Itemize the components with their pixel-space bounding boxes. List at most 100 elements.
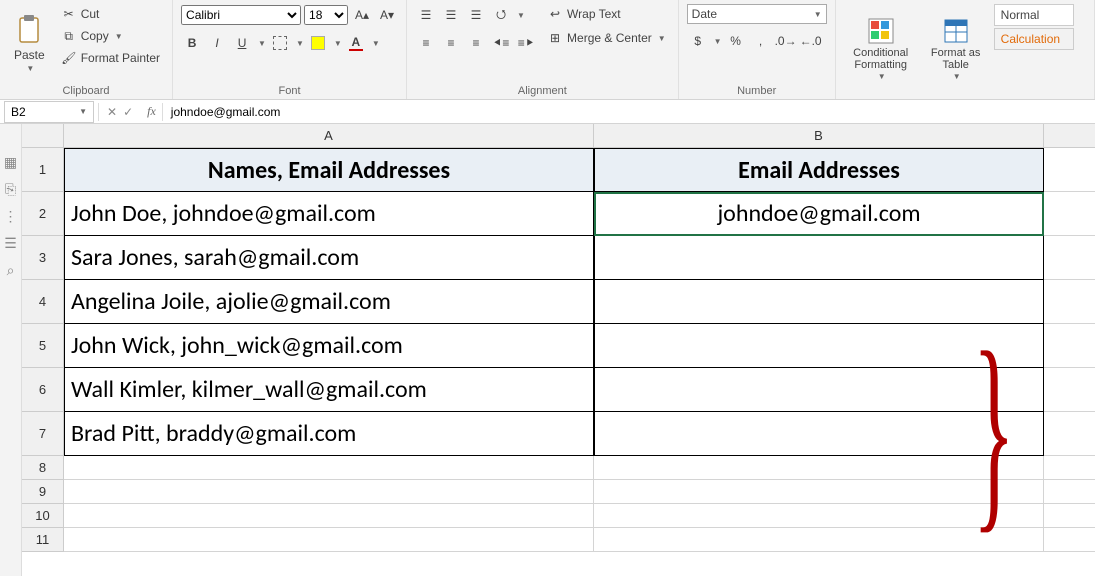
cell-C1[interactable] [1044, 148, 1095, 192]
comma-button[interactable]: , [750, 30, 772, 52]
row-header-5[interactable]: 5 [22, 324, 64, 368]
decrease-indent-button[interactable]: ⯇≡ [490, 32, 512, 54]
cell-A9[interactable] [64, 480, 594, 504]
cell-A2[interactable]: John Doe, johndoe@gmail.com [64, 192, 594, 236]
strip-icon[interactable]: ⎘ [5, 181, 16, 198]
cell-C9[interactable] [1044, 480, 1095, 504]
col-header-B[interactable]: B [594, 124, 1044, 148]
cell-B4[interactable] [594, 280, 1044, 324]
underline-button[interactable]: U [231, 32, 253, 54]
cell-C4[interactable] [1044, 280, 1095, 324]
row-header-8[interactable]: 8 [22, 456, 64, 480]
strip-icon[interactable]: ⌕ [7, 262, 15, 279]
increase-indent-button[interactable]: ≡⯈ [515, 32, 537, 54]
cell-C11[interactable] [1044, 528, 1095, 552]
strip-icon[interactable]: ☰ [4, 235, 17, 252]
cell-B2[interactable]: johndoe@gmail.com [594, 192, 1044, 236]
format-painter-button[interactable]: 🖌 Format Painter [57, 48, 164, 68]
font-color-button[interactable]: A [345, 32, 367, 54]
conditional-formatting-button[interactable]: Conditional Formatting▼ [844, 4, 918, 95]
currency-button[interactable]: $ [687, 30, 709, 52]
chevron-down-icon: ▼ [296, 39, 304, 48]
wrap-text-button[interactable]: ↩ Wrap Text [543, 4, 670, 24]
cell-A1[interactable]: Names, Email Addresses [64, 148, 594, 192]
increase-font-button[interactable]: A▴ [351, 4, 373, 26]
chevron-down-icon: ▼ [878, 73, 886, 82]
percent-button[interactable]: % [725, 30, 747, 52]
orientation-button[interactable]: ⭯ [490, 4, 512, 26]
col-header-C[interactable]: C [1044, 124, 1095, 148]
row-header-3[interactable]: 3 [22, 236, 64, 280]
grid[interactable]: ABC 1234567891011 Names, Email Addresses… [22, 124, 1095, 576]
row-header-1[interactable]: 1 [22, 148, 64, 192]
align-bottom-button[interactable]: ☰ [465, 4, 487, 26]
cell-C7[interactable] [1044, 412, 1095, 456]
align-center-button[interactable]: ≡ [440, 32, 462, 54]
fx-icon[interactable]: fx [141, 104, 162, 119]
bold-button[interactable]: B [181, 32, 203, 54]
cell-B5[interactable] [594, 324, 1044, 368]
cell-B10[interactable] [594, 504, 1044, 528]
format-as-table-button[interactable]: Format as Table▼ [924, 4, 988, 95]
row-header-2[interactable]: 2 [22, 192, 64, 236]
cell-A3[interactable]: Sara Jones, sarah@gmail.com [64, 236, 594, 280]
cut-button[interactable]: ✂ Cut [57, 4, 164, 24]
align-top-button[interactable]: ☰ [415, 4, 437, 26]
cell-A10[interactable] [64, 504, 594, 528]
cell-A11[interactable] [64, 528, 594, 552]
row-header-4[interactable]: 4 [22, 280, 64, 324]
strip-icon[interactable]: ▦ [4, 154, 17, 171]
col-header-A[interactable]: A [64, 124, 594, 148]
copy-button[interactable]: ⧉ Copy ▼ [57, 26, 164, 46]
cell-B6[interactable] [594, 368, 1044, 412]
cell-A4[interactable]: Angelina Joile, ajolie@gmail.com [64, 280, 594, 324]
merge-center-button[interactable]: ⊞ Merge & Center ▼ [543, 28, 670, 48]
style-calculation[interactable]: Calculation [994, 28, 1074, 50]
cell-A6[interactable]: Wall Kimler, kilmer_wall@gmail.com [64, 368, 594, 412]
group-font: Calibri 18 A▴ A▾ B I U▼ ▼ ▼ A▼ Font [173, 0, 407, 99]
strip-icon[interactable]: ⋮ [4, 208, 18, 225]
name-box[interactable]: B2 ▼ [4, 101, 94, 123]
align-left-button[interactable]: ≡ [415, 32, 437, 54]
cell-C6[interactable] [1044, 368, 1095, 412]
borders-button[interactable] [269, 32, 291, 54]
cell-B3[interactable] [594, 236, 1044, 280]
font-size-select[interactable]: 18 [304, 5, 348, 25]
cell-A5[interactable]: John Wick, john_wick@gmail.com [64, 324, 594, 368]
cell-C3[interactable] [1044, 236, 1095, 280]
number-format-select[interactable]: Date ▼ [687, 4, 827, 24]
cell-C10[interactable] [1044, 504, 1095, 528]
row-header-11[interactable]: 11 [22, 528, 64, 552]
accept-formula-button[interactable]: ✓ [123, 105, 133, 119]
group-label-clipboard: Clipboard [8, 83, 164, 97]
cell-B1[interactable]: Email Addresses [594, 148, 1044, 192]
group-styles: Conditional Formatting▼ Format as Table▼… [836, 0, 1095, 99]
increase-decimal-button[interactable]: .0→ [775, 30, 797, 52]
cell-C2[interactable] [1044, 192, 1095, 236]
cell-C8[interactable] [1044, 456, 1095, 480]
decrease-font-button[interactable]: A▾ [376, 4, 398, 26]
align-middle-button[interactable]: ☰ [440, 4, 462, 26]
fill-color-button[interactable] [307, 32, 329, 54]
paste-button[interactable]: Paste ▼ [8, 4, 51, 83]
cell-A8[interactable] [64, 456, 594, 480]
cell-B8[interactable] [594, 456, 1044, 480]
align-right-button[interactable]: ≡ [465, 32, 487, 54]
decrease-decimal-button[interactable]: ←.0 [800, 30, 822, 52]
cell-A7[interactable]: Brad Pitt, braddy@gmail.com [64, 412, 594, 456]
chevron-down-icon: ▼ [372, 39, 380, 48]
italic-button[interactable]: I [206, 32, 228, 54]
cell-B11[interactable] [594, 528, 1044, 552]
row-header-6[interactable]: 6 [22, 368, 64, 412]
row-header-9[interactable]: 9 [22, 480, 64, 504]
row-header-10[interactable]: 10 [22, 504, 64, 528]
select-all-corner[interactable] [22, 124, 64, 148]
cell-C5[interactable] [1044, 324, 1095, 368]
cell-B7[interactable] [594, 412, 1044, 456]
cell-B9[interactable] [594, 480, 1044, 504]
row-header-7[interactable]: 7 [22, 412, 64, 456]
font-name-select[interactable]: Calibri [181, 5, 301, 25]
cancel-formula-button[interactable]: ✕ [107, 105, 117, 119]
formula-input[interactable]: johndoe@gmail.com [163, 105, 1095, 119]
style-normal[interactable]: Normal [994, 4, 1074, 26]
